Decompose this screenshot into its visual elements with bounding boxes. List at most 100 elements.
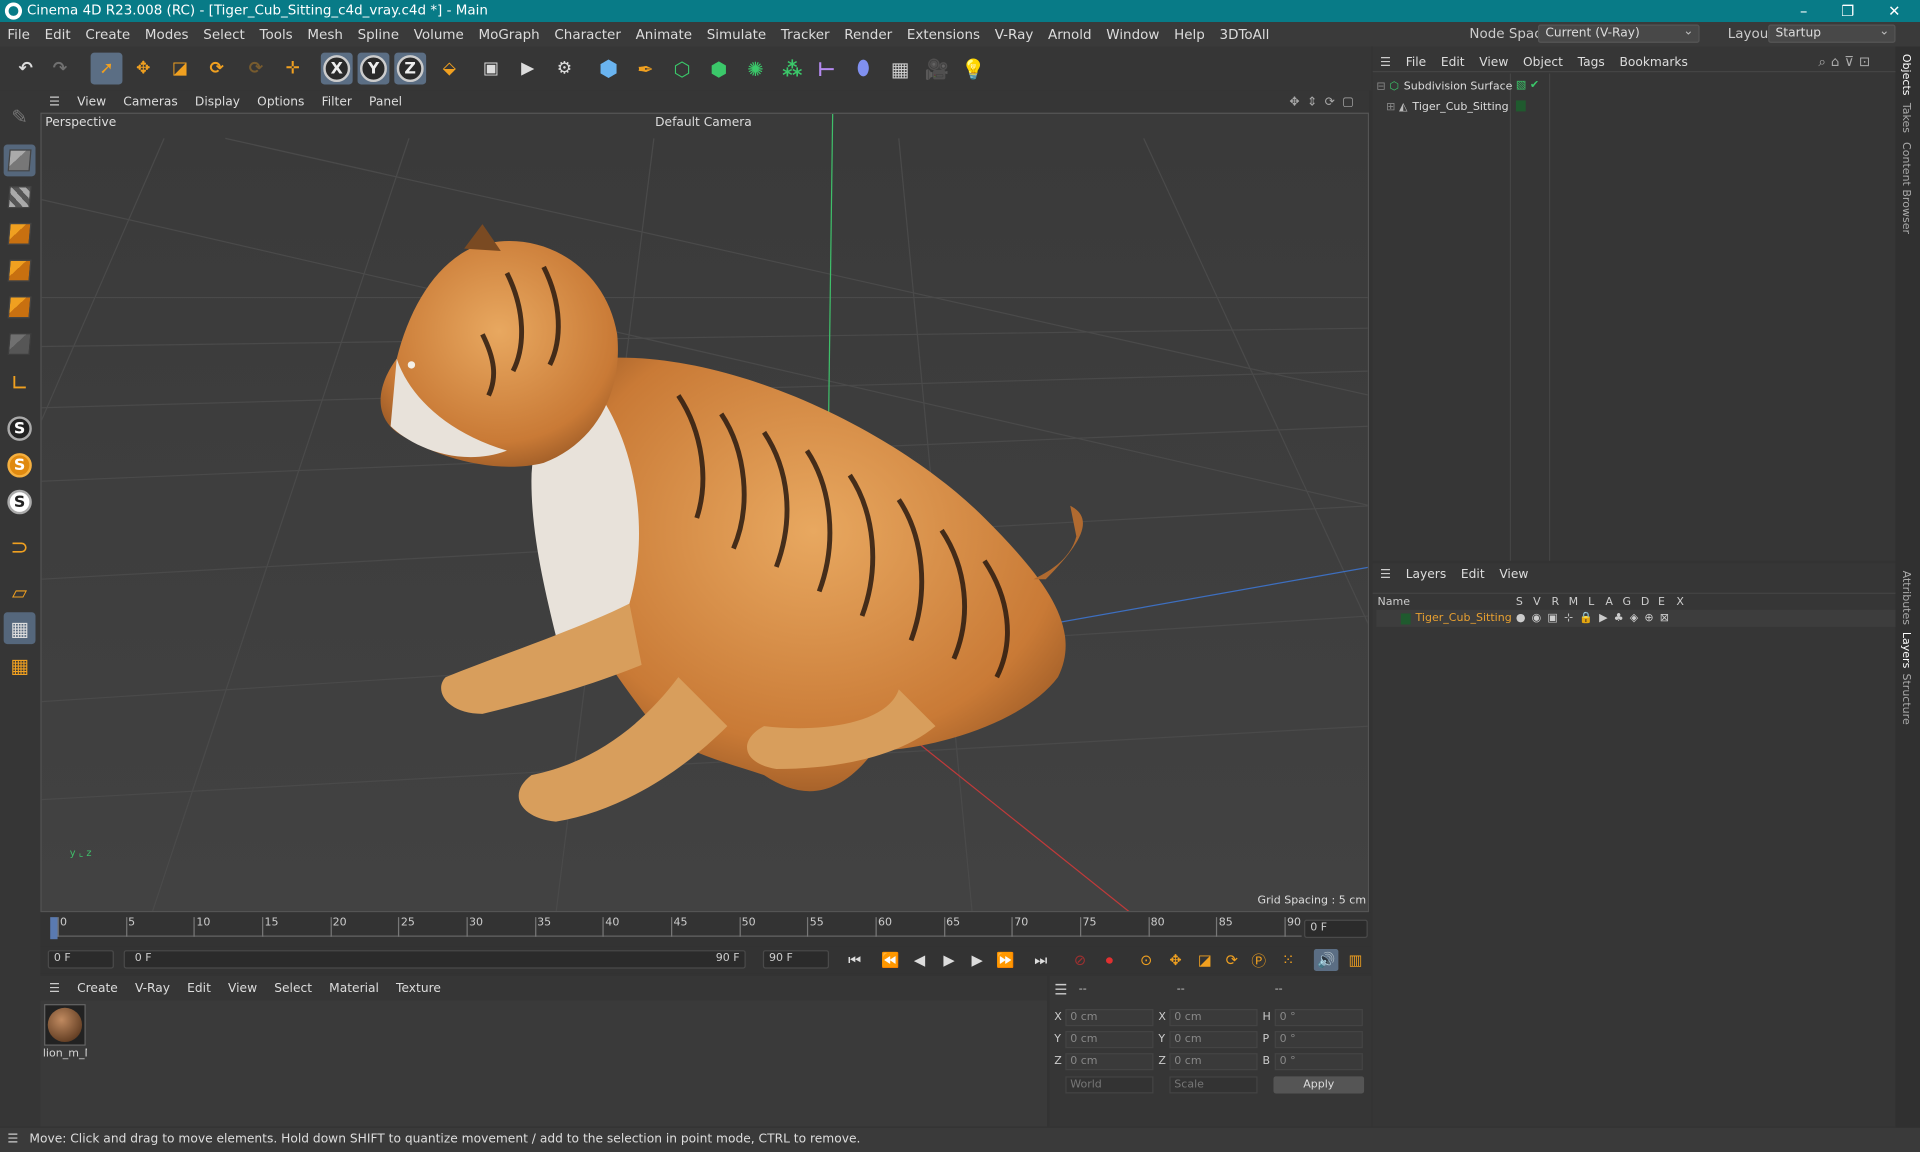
magnet-icon[interactable]: ⊃ xyxy=(4,531,36,563)
flag-expressions[interactable]: E xyxy=(1658,596,1665,608)
material-name[interactable]: lion_m_M xyxy=(43,1048,87,1060)
flag-xref[interactable]: X xyxy=(1676,596,1684,608)
menu-character[interactable]: Character xyxy=(547,26,628,42)
model-mode-icon[interactable] xyxy=(3,144,36,177)
undo-icon[interactable]: ↶ xyxy=(10,53,42,85)
mograph-cloner-icon[interactable]: ✺ xyxy=(740,53,772,85)
status-hamburger-icon[interactable]: ☰ xyxy=(7,1128,18,1152)
viewport-menu-panel[interactable]: Panel xyxy=(360,95,410,108)
node-space-dropdown[interactable]: Current (V-Ray) xyxy=(1537,23,1700,43)
menu-arnold[interactable]: Arnold xyxy=(1041,26,1099,42)
previous-key-icon[interactable]: ⏪ xyxy=(878,949,902,971)
scale-tool-icon[interactable]: ◪ xyxy=(164,53,196,85)
object-row-subdivision[interactable]: ⊟ ⬡ Subdivision Surface xyxy=(1376,77,1516,97)
flag-solo[interactable]: S xyxy=(1516,596,1523,608)
next-key-icon[interactable]: ⏩ xyxy=(993,949,1017,971)
viewport-menu-options[interactable]: Options xyxy=(249,95,313,108)
coord-hamburger-icon[interactable]: ☰ xyxy=(1054,981,1067,998)
size-x-field[interactable]: 0 cm xyxy=(1169,1008,1258,1027)
sound-icon[interactable]: 🔊 xyxy=(1313,948,1339,972)
light-icon[interactable]: 💡 xyxy=(958,53,990,85)
menu-file[interactable]: File xyxy=(0,26,37,42)
viewport-menu-display[interactable]: Display xyxy=(186,95,248,108)
layers-menu-view[interactable]: View xyxy=(1492,568,1536,581)
render-region-icon[interactable]: ▣ xyxy=(475,53,507,85)
mat-menu-edit[interactable]: Edit xyxy=(179,981,220,994)
layers-menu-layers[interactable]: Layers xyxy=(1398,568,1453,581)
layers-name-header[interactable]: Name xyxy=(1378,596,1411,608)
minimize-button[interactable]: – xyxy=(1785,0,1822,22)
render-view-icon[interactable]: ▶ xyxy=(512,53,544,85)
snap-icon[interactable]: S xyxy=(4,413,36,445)
grid-snap-icon[interactable]: ▦ xyxy=(3,612,36,645)
polygon-mode-icon[interactable] xyxy=(4,291,36,323)
rot-b-field[interactable]: 0 ° xyxy=(1274,1053,1363,1071)
snap-settings-icon[interactable]: S xyxy=(4,449,36,481)
material-hamburger-icon[interactable]: ☰ xyxy=(40,981,68,994)
time-cursor[interactable] xyxy=(50,917,58,940)
menu-volume[interactable]: Volume xyxy=(406,26,471,42)
current-frame-field[interactable]: 0 F xyxy=(1304,919,1368,938)
menu-help[interactable]: Help xyxy=(1167,26,1212,42)
flag-deformers[interactable]: D xyxy=(1641,596,1649,608)
tab-objects[interactable]: Objects xyxy=(1899,54,1911,96)
y-axis-lock-icon[interactable]: Y xyxy=(357,52,390,85)
menu-modes[interactable]: Modes xyxy=(138,26,196,42)
flag-visible[interactable]: V xyxy=(1533,596,1541,608)
viewport-menu-cameras[interactable]: Cameras xyxy=(115,95,187,108)
mat-menu-select[interactable]: Select xyxy=(266,981,321,994)
viewport-menu-view[interactable]: View xyxy=(69,95,115,108)
menu-tools[interactable]: Tools xyxy=(252,26,300,42)
rot-h-field[interactable]: 0 ° xyxy=(1274,1008,1363,1027)
menu-vray[interactable]: V-Ray xyxy=(987,26,1040,42)
apply-button[interactable]: Apply xyxy=(1273,1076,1365,1094)
brush-icon[interactable]: ✎ xyxy=(4,100,36,132)
viewport-nav-icons[interactable]: ✥⇕⟳▢ xyxy=(1289,95,1361,108)
go-to-end-icon[interactable]: ⏭ xyxy=(1029,949,1053,971)
menu-create[interactable]: Create xyxy=(78,26,137,42)
rotation-key-icon[interactable]: ⟳ xyxy=(1220,949,1244,971)
mat-menu-vray[interactable]: V-Ray xyxy=(126,981,178,994)
size-z-field[interactable]: 0 cm xyxy=(1169,1053,1258,1071)
pos-x-field[interactable]: 0 cm xyxy=(1065,1008,1154,1027)
keyframe-selection-icon[interactable]: ⊙ xyxy=(1134,949,1158,971)
menu-render[interactable]: Render xyxy=(837,26,900,42)
play-icon[interactable]: ▶ xyxy=(937,949,961,971)
coord-mode-dropdown[interactable]: World xyxy=(1065,1076,1154,1094)
position-key-icon[interactable]: ✥ xyxy=(1163,949,1187,971)
flag-animation[interactable]: A xyxy=(1605,596,1613,608)
layer-row-color-swatch[interactable] xyxy=(1400,612,1411,624)
expand-icon[interactable]: ⊞ xyxy=(1386,102,1395,114)
obj-menu-bookmarks[interactable]: Bookmarks xyxy=(1612,56,1695,69)
rot-p-field[interactable]: 0 ° xyxy=(1274,1031,1363,1049)
field-icon[interactable]: ⬮ xyxy=(847,53,879,85)
obj-menu-object[interactable]: Object xyxy=(1516,56,1571,69)
previous-frame-icon[interactable]: ◀ xyxy=(907,949,931,971)
camera-icon[interactable]: 🎥 xyxy=(921,53,953,85)
object-hamburger-icon[interactable]: ☰ xyxy=(1373,56,1399,69)
move-tool-icon[interactable]: ✥ xyxy=(127,53,159,85)
tab-layers[interactable]: Layers xyxy=(1899,632,1911,668)
tab-attributes[interactable]: Attributes xyxy=(1899,571,1911,625)
material-thumbnail[interactable] xyxy=(44,1004,86,1046)
mat-menu-view[interactable]: View xyxy=(219,981,265,994)
restore-icon[interactable]: ❐ xyxy=(1829,0,1866,22)
flag-manager[interactable]: M xyxy=(1569,596,1579,608)
menu-simulate[interactable]: Simulate xyxy=(699,26,773,42)
autokey-icon[interactable]: ⏺ xyxy=(1097,949,1121,971)
scale-key-icon[interactable]: ◪ xyxy=(1193,949,1217,971)
menu-3dtoall[interactable]: 3DToAll xyxy=(1212,26,1277,42)
tab-structure[interactable]: Structure xyxy=(1899,673,1911,724)
point-mode-icon[interactable] xyxy=(4,218,36,250)
recent-tool-icon[interactable]: ⟳ xyxy=(240,53,272,85)
menu-mograph[interactable]: MoGraph xyxy=(471,26,547,42)
redo-icon[interactable]: ↷ xyxy=(44,53,76,85)
render-settings-icon[interactable]: ⚙ xyxy=(549,53,581,85)
param-key-icon[interactable]: Ⓟ xyxy=(1247,949,1271,971)
workplane-icon[interactable]: ▱ xyxy=(4,576,36,608)
axis-mode-icon[interactable]: ∟ xyxy=(4,367,36,399)
viewport-hamburger-icon[interactable]: ☰ xyxy=(40,95,68,108)
z-axis-lock-icon[interactable]: Z xyxy=(394,52,427,85)
obj-menu-edit[interactable]: Edit xyxy=(1434,56,1472,69)
layer-row[interactable]: Tiger_Cub_Sitting ●◉▣⊹🔒▶♣◈⊕⊠ xyxy=(1376,609,1896,627)
